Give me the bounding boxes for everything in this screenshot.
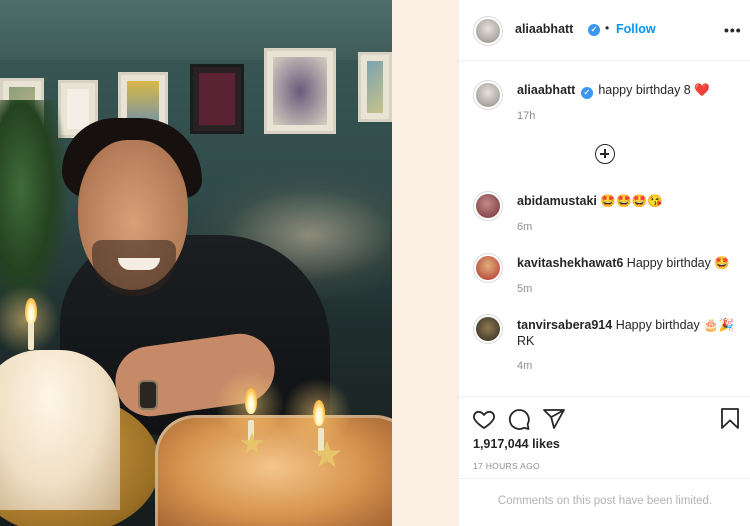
- comment-text-continued: RK: [517, 334, 535, 348]
- heart-emoji: ❤️: [694, 83, 710, 97]
- comment-avatar[interactable]: [473, 253, 503, 283]
- wall-frame: [190, 64, 244, 134]
- header-username[interactable]: aliaabhatt: [515, 22, 573, 36]
- more-options-icon[interactable]: •••: [724, 22, 742, 38]
- background-gap: [392, 0, 458, 526]
- comment-avatar[interactable]: [473, 191, 503, 221]
- comment-time[interactable]: 6m: [517, 221, 532, 233]
- heart-icon[interactable]: [472, 407, 496, 431]
- bookmark-icon[interactable]: [718, 407, 742, 431]
- separator-dot: •: [605, 21, 610, 35]
- candle: [28, 322, 34, 350]
- post-photo[interactable]: [0, 0, 392, 526]
- wrist-watch: [138, 380, 158, 410]
- caption-text: happy birthday 8: [598, 83, 691, 97]
- share-icon[interactable]: [542, 407, 566, 431]
- comments-limited-notice: Comments on this post have been limited.: [459, 478, 750, 526]
- avatar[interactable]: [473, 16, 503, 46]
- cake-left: [0, 350, 120, 510]
- verified-badge-icon: ✓: [580, 87, 593, 99]
- candle-flame: [313, 400, 325, 426]
- post-header: aliaabhatt ✓ • Follow •••: [459, 0, 750, 61]
- wall-frame: [358, 52, 392, 122]
- caption-username[interactable]: aliaabhatt: [517, 83, 575, 97]
- comment-row: abidamustaki 🤩🤩🤩😘: [517, 194, 663, 209]
- caption-row: aliaabhatt ✓ happy birthday 8 ❤️: [517, 83, 710, 99]
- comment-text: Happy birthday 🎂🎉: [615, 318, 735, 332]
- candle-flame: [25, 298, 37, 324]
- post-actions: 1,917,044 likes 17 HOURS AGO: [459, 396, 750, 476]
- wall-frame: [264, 48, 336, 134]
- verified-badge-icon: ✓: [588, 24, 600, 36]
- caption-time[interactable]: 17h: [517, 110, 535, 122]
- comment-username[interactable]: abidamustaki: [517, 194, 597, 208]
- comment-time[interactable]: 4m: [517, 360, 532, 372]
- comment-text: Happy birthday 🤩: [626, 256, 730, 270]
- comment-row: tanvirsabera914 Happy birthday 🎂🎉: [517, 318, 734, 333]
- caption-avatar[interactable]: [473, 80, 503, 110]
- post-side-panel: aliaabhatt ✓ • Follow ••• aliaabhatt ✓ h…: [458, 0, 750, 526]
- comment-username[interactable]: kavitashekhawat6: [517, 256, 623, 270]
- follow-button[interactable]: Follow: [616, 22, 656, 36]
- comment-icon[interactable]: [507, 407, 531, 431]
- comment-row: kavitashekhawat6 Happy birthday 🤩: [517, 256, 730, 271]
- candle-flame: [245, 388, 257, 414]
- comment-username[interactable]: tanvirsabera914: [517, 318, 612, 332]
- cake-right: [155, 415, 392, 526]
- person-smile: [118, 258, 160, 270]
- comment-time[interactable]: 5m: [517, 283, 532, 295]
- add-comment-icon[interactable]: [595, 144, 615, 164]
- comment-avatar[interactable]: [473, 314, 503, 344]
- post-timestamp[interactable]: 17 HOURS AGO: [473, 461, 540, 471]
- comment-text: 🤩🤩🤩😘: [600, 194, 663, 208]
- likes-count[interactable]: 1,917,044 likes: [473, 437, 560, 451]
